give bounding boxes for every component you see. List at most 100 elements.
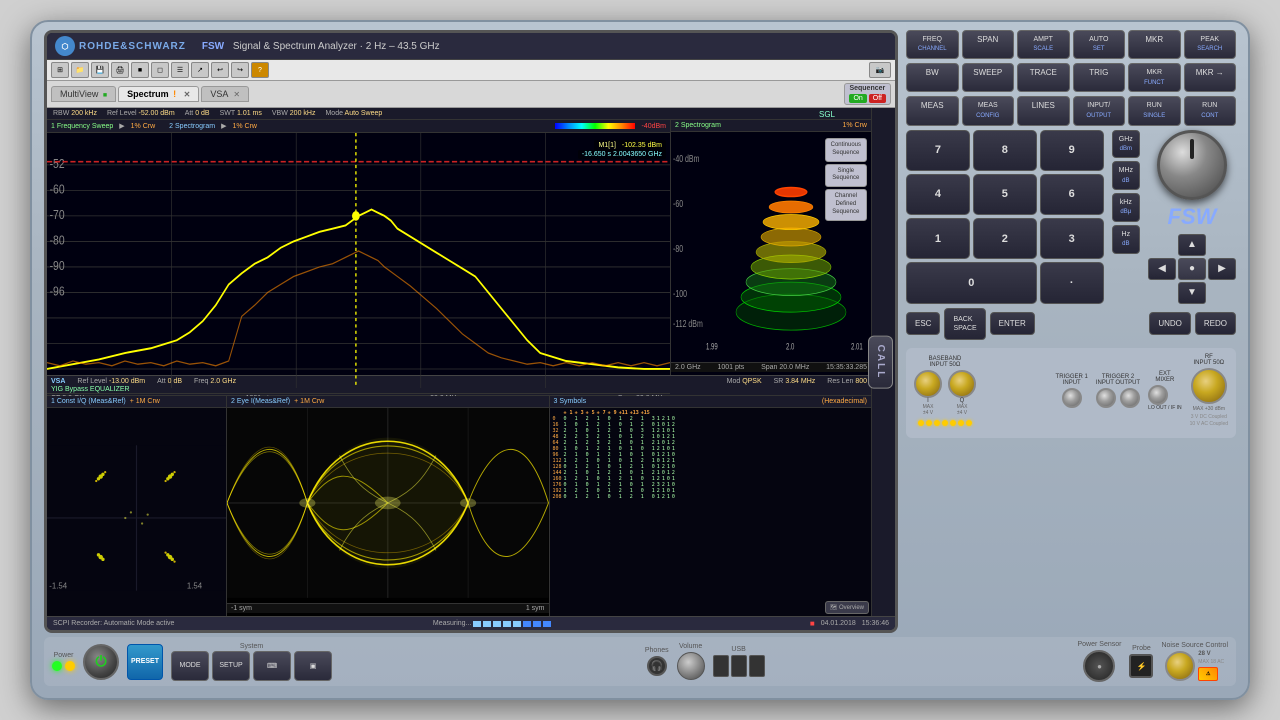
undo-btn[interactable]: UNDO <box>1149 312 1191 335</box>
keyboard-btn[interactable]: ⌨ <box>253 651 291 681</box>
khz-dbu-btn[interactable]: kHzdBμ <box>1112 193 1140 222</box>
esc-btn[interactable]: ESC <box>906 312 940 335</box>
panel1-title: 1 Const I/Q (Meas&Ref) <box>51 398 126 405</box>
redo-btn[interactable]: REDO <box>1195 312 1236 335</box>
overview-btn[interactable]: 🗺 Overview <box>825 601 869 614</box>
mhz-db-btn[interactable]: MHzdB <box>1112 161 1140 190</box>
key-1[interactable]: 1 <box>906 218 970 259</box>
arrow-right-btn[interactable]: ▶ <box>1208 258 1236 280</box>
rf-input-group: RFINPUT 50Ω MAX +30 dBm 3 V DC Coupled10… <box>1190 354 1228 428</box>
tb10[interactable]: ↪ <box>231 62 249 78</box>
trace-btn[interactable]: TRACE <box>1017 63 1070 92</box>
print-btn[interactable]: 🖨 <box>111 62 129 78</box>
tb5[interactable]: ■ <box>131 62 149 78</box>
rf-input-port <box>1191 368 1227 404</box>
meas-btn[interactable]: MEAS <box>906 96 959 125</box>
arrow-center-btn[interactable]: ● <box>1178 258 1206 280</box>
channel-sequence-btn[interactable]: ChannelDefinedSequence <box>825 189 867 220</box>
svg-text:-80: -80 <box>50 234 65 248</box>
key-6[interactable]: 6 <box>1040 174 1104 215</box>
lines-btn[interactable]: LINES <box>1017 96 1070 125</box>
sequencer-off-btn[interactable]: Off <box>869 94 886 103</box>
key-9[interactable]: 9 <box>1040 130 1104 171</box>
sequencer-on-btn[interactable]: On <box>849 94 866 103</box>
preset-button[interactable]: PRESET <box>127 644 163 680</box>
key-2[interactable]: 2 <box>973 218 1037 259</box>
baseband-q-port <box>948 370 976 398</box>
freq-channel-btn[interactable]: FREQCHANNEL <box>906 30 959 59</box>
mode-btn[interactable]: MODE <box>171 651 209 681</box>
tab-close-vsa[interactable]: ✕ <box>233 90 240 99</box>
tb6[interactable]: ◻ <box>151 62 169 78</box>
arrow-up-btn[interactable]: ▲ <box>1178 234 1206 256</box>
run-cont-btn[interactable]: RUNCONT <box>1184 96 1237 125</box>
function-keys-row2: BW SWEEP TRACE TRIG MKRFUNCT MKR → <box>906 63 1236 92</box>
arrow-left-btn[interactable]: ◀ <box>1148 258 1176 280</box>
setup-btn[interactable]: SETUP <box>212 651 250 681</box>
rf-input-label: RFINPUT 50Ω <box>1193 354 1224 366</box>
key-4[interactable]: 4 <box>906 174 970 215</box>
ampt-scale-btn[interactable]: AMPTSCALE <box>1017 30 1070 59</box>
camera-btn[interactable]: 📷 <box>869 62 891 78</box>
enter-btn[interactable]: ENTER <box>990 312 1035 335</box>
span-btn[interactable]: SPAN <box>962 30 1015 59</box>
connectors-area: BASEBANDINPUT 50Ω I MAX±4 V Q MAX±4 V <box>906 348 1236 438</box>
spectrum-svg: -52 -60 -70 -80 -90 -96 <box>47 133 670 388</box>
arrow-down-btn[interactable]: ▼ <box>1178 282 1206 304</box>
sgl-label: SGL <box>819 110 835 119</box>
panel3-title: 3 Symbols <box>554 398 587 405</box>
model-description: FSW Signal & Spectrum Analyzer · 2 Hz – … <box>202 41 440 52</box>
key-3[interactable]: 3 <box>1040 218 1104 259</box>
tab-vsa[interactable]: VSA ✕ <box>201 86 249 102</box>
tab-close-spectrum[interactable]: ✕ <box>184 90 191 99</box>
mkr-right-btn[interactable]: MKR → <box>1184 63 1237 92</box>
continuous-sequence-btn[interactable]: ContinuousSequence <box>825 138 867 162</box>
panel2-title: 2 Eye I(Meas&Ref) <box>231 398 290 405</box>
tb7[interactable]: ☰ <box>171 62 189 78</box>
svg-text:-40 dBm: -40 dBm <box>673 153 699 165</box>
input-output-btn[interactable]: INPUT/OUTPUT <box>1073 96 1126 125</box>
svg-text:1.99: 1.99 <box>706 341 718 352</box>
peak-search-btn[interactable]: PEAKSEARCH <box>1184 30 1237 59</box>
auto-set-btn[interactable]: AUTOSET <box>1073 30 1126 59</box>
save-btn[interactable]: 💾 <box>91 62 109 78</box>
display-btn[interactable]: ▣ <box>294 651 332 681</box>
power-button[interactable]: ⏻ <box>83 644 119 680</box>
hz-db-btn[interactable]: HzdB <box>1112 225 1140 254</box>
key-0[interactable]: 0 <box>906 262 1037 303</box>
key-5[interactable]: 5 <box>973 174 1037 215</box>
svg-text:-80: -80 <box>673 243 683 255</box>
main-knob[interactable] <box>1157 130 1227 200</box>
key-8[interactable]: 8 <box>973 130 1037 171</box>
open-btn[interactable]: 📁 <box>71 62 89 78</box>
mkr-btn[interactable]: MKR <box>1128 30 1181 59</box>
tab-multiview[interactable]: MultiView ■ <box>51 86 116 102</box>
sweep-btn[interactable]: SWEEP <box>962 63 1015 92</box>
bw-btn[interactable]: BW <box>906 63 959 92</box>
sequencer-title: Sequencer <box>849 85 886 92</box>
ghz-dbm-btn[interactable]: GHzdBm <box>1112 130 1140 159</box>
key-dot[interactable]: · <box>1040 262 1104 303</box>
trigger2-group: TRIGGER 2INPUT OUTPUT <box>1096 374 1140 408</box>
svg-text:1.54: 1.54 <box>187 582 203 591</box>
symbols-table-content: + 1+ 3+ 5+ 7+ 9+11+13+15 00121012131210 … <box>550 408 872 502</box>
color-bar <box>555 123 635 129</box>
single-sequence-btn[interactable]: SingleSequence <box>825 164 867 188</box>
key-7[interactable]: 7 <box>906 130 970 171</box>
mkr-funct-btn[interactable]: MKRFUNCT <box>1128 63 1181 92</box>
tb11[interactable]: ? <box>251 62 269 78</box>
screen-toolbar: ⊞ 📁 💾 🖨 ■ ◻ ☰ ↗ ↩ ↪ ? 📷 <box>47 60 895 81</box>
noise-port <box>1165 651 1195 681</box>
volume-knob[interactable] <box>677 652 705 680</box>
phones-label: Phones <box>645 647 669 654</box>
call-button[interactable]: CALL <box>868 336 893 389</box>
tab-spectrum[interactable]: Spectrum ! ✕ <box>118 86 199 102</box>
trig-btn[interactable]: TRIG <box>1073 63 1126 92</box>
brand-name: ROHDE&SCHWARZ <box>79 41 186 52</box>
backspace-btn[interactable]: BACKSPACE <box>944 308 985 340</box>
meas-config-btn[interactable]: MEASCONFIG <box>962 96 1015 125</box>
run-single-btn[interactable]: RUNSINGLE <box>1128 96 1181 125</box>
tb8[interactable]: ↗ <box>191 62 209 78</box>
windows-btn[interactable]: ⊞ <box>51 62 69 78</box>
tb9[interactable]: ↩ <box>211 62 229 78</box>
